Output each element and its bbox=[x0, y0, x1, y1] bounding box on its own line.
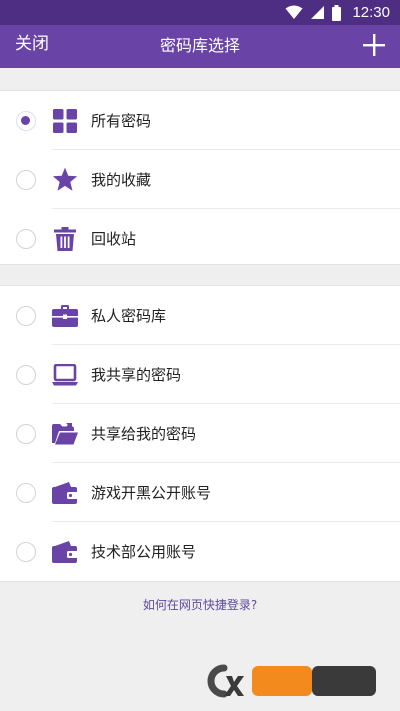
list-item-dept-accounts[interactable]: 技术部公用账号 bbox=[0, 522, 400, 581]
folder-open-icon bbox=[52, 421, 78, 447]
list-item-private-vault[interactable]: 私人密码库 bbox=[0, 286, 400, 345]
site-watermark-logo bbox=[207, 664, 376, 698]
status-time: 12:30 bbox=[352, 4, 390, 21]
list-item-label: 我共享的密码 bbox=[91, 365, 182, 384]
briefcase-icon bbox=[52, 303, 78, 329]
radio-button[interactable] bbox=[16, 541, 36, 562]
plus-icon[interactable] bbox=[362, 33, 386, 57]
list-item-shared-by-me[interactable]: 我共享的密码 bbox=[0, 345, 400, 404]
page-title: 密码库选择 bbox=[159, 36, 240, 55]
laptop-icon bbox=[52, 362, 78, 388]
signal-icon bbox=[311, 6, 325, 19]
vault-section: 私人密码库 我共享的密码 共享给我的密码 游戏开黑公开账号 技术部公用账号 bbox=[0, 285, 400, 582]
status-icons: 12:30 bbox=[285, 3, 390, 22]
list-item-all-passwords[interactable]: 所有密码 bbox=[0, 91, 400, 150]
list-item-trash[interactable]: 回收站 bbox=[0, 209, 400, 268]
list-item-shared-with-me[interactable]: 共享给我的密码 bbox=[0, 404, 400, 463]
list-item-favorites[interactable]: 我的收藏 bbox=[0, 150, 400, 209]
list-item-label: 共享给我的密码 bbox=[91, 424, 197, 443]
radio-button[interactable] bbox=[16, 364, 36, 385]
list-item-game-accounts[interactable]: 游戏开黑公开账号 bbox=[0, 463, 400, 522]
help-link[interactable]: 如何在网页快捷登录? bbox=[0, 597, 400, 613]
filter-section: 所有密码 我的收藏 回收站 bbox=[0, 90, 400, 265]
battery-icon bbox=[332, 4, 342, 21]
list-item-label: 私人密码库 bbox=[91, 306, 167, 325]
star-icon bbox=[52, 167, 78, 193]
list-item-label: 游戏开黑公开账号 bbox=[91, 483, 212, 502]
radio-button[interactable] bbox=[16, 110, 36, 131]
app-bar: 关闭 密码库选择 bbox=[0, 25, 400, 68]
radio-button[interactable] bbox=[16, 423, 36, 444]
radio-button[interactable] bbox=[16, 228, 36, 249]
radio-button[interactable] bbox=[16, 482, 36, 503]
list-item-label: 回收站 bbox=[91, 229, 137, 248]
list-item-label: 我的收藏 bbox=[91, 170, 152, 189]
list-item-label: 技术部公用账号 bbox=[91, 542, 197, 561]
grid-icon bbox=[52, 108, 78, 134]
radio-button[interactable] bbox=[16, 305, 36, 326]
radio-button[interactable] bbox=[16, 169, 36, 190]
list-item-label: 所有密码 bbox=[91, 111, 152, 130]
close-button[interactable]: 关闭 bbox=[15, 33, 49, 55]
wifi-icon bbox=[285, 5, 303, 19]
wallet-icon bbox=[52, 480, 78, 506]
wallet-icon bbox=[52, 539, 78, 565]
trash-icon bbox=[52, 226, 78, 252]
status-bar: 12:30 bbox=[0, 0, 400, 25]
